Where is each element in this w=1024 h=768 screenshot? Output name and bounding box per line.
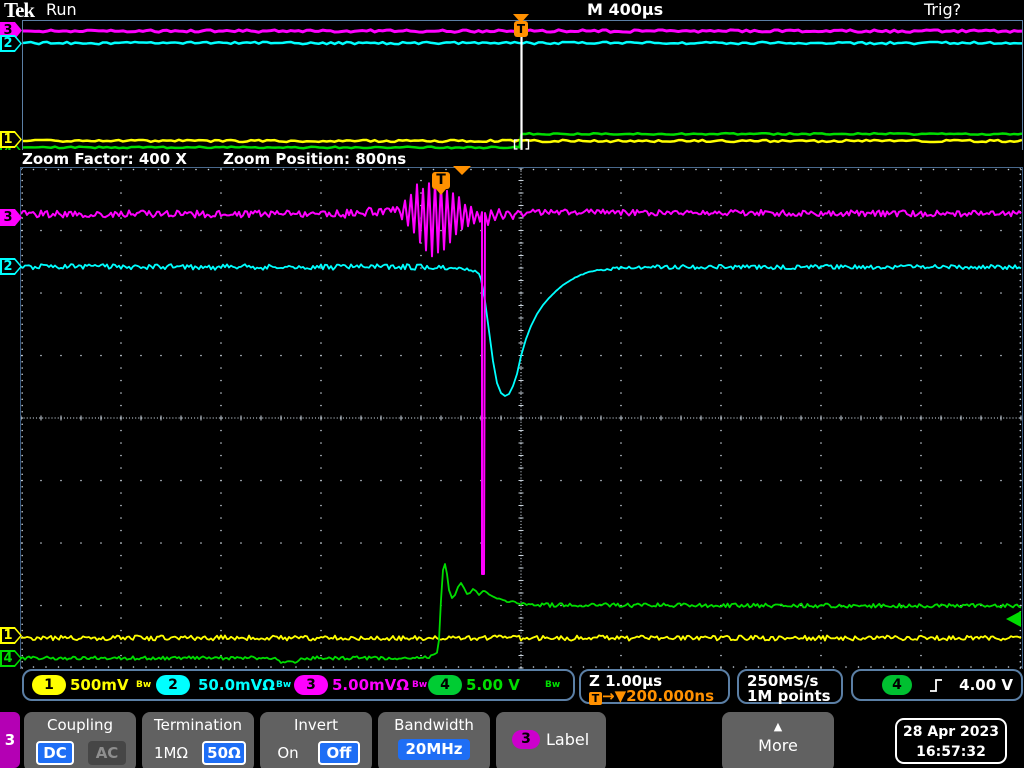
main-graticule [20, 167, 1023, 669]
ch4-scale-readout: 5.00 V [466, 676, 520, 694]
zoom-position-label: Zoom Position: 800ns [223, 150, 407, 168]
invert-title: Invert [293, 716, 339, 734]
date-readout: 28 Apr 2023 [903, 724, 999, 740]
ch1-scale-readout: 500mV [70, 676, 129, 694]
more-up-arrow-icon: ▲ [773, 720, 783, 733]
main-waveforms [21, 168, 1022, 669]
termination-1m-option[interactable]: 1MΩ [148, 741, 194, 765]
time-readout: 16:57:32 [916, 744, 986, 760]
label-button[interactable]: 3 Label [496, 712, 606, 768]
marker-digit: 2 [3, 259, 13, 274]
delay-arrows-icon: →▼ [602, 687, 627, 705]
zoom-info-bar: Zoom Factor: 400 X Zoom Position: 800ns [0, 150, 1024, 168]
channel-readout-bar: 1 500mV Bw 2 50.0mVΩ Bw 3 5.00mVΩ Bw 4 5… [22, 669, 575, 701]
overview-ch1-marker[interactable]: 1 [0, 131, 22, 148]
coupling-title: Coupling [46, 716, 114, 734]
main-ch2-marker[interactable]: 2 [0, 258, 22, 275]
zoom-scale-box: Z 1.00µs T →▼200.000ns [579, 669, 730, 705]
more-button[interactable]: ▲ More [722, 712, 834, 768]
coupling-button[interactable]: Coupling DC AC [24, 712, 136, 768]
overview-waveforms [23, 28, 1022, 150]
main-ch4-marker[interactable]: 4 [0, 650, 22, 667]
main-timebase-readout: M 400µs [587, 0, 664, 19]
acquisition-status: Run [46, 0, 77, 19]
oscilloscope-screen: Tek Run M 400µs Trig? T 3 2 1 4 Zoom Fac… [0, 0, 1024, 768]
delay-readout: T →▼200.000ns [589, 687, 714, 705]
label-channel-badge: 3 [512, 730, 540, 749]
marker-digit: 1 [3, 132, 13, 147]
termination-title: Termination [154, 716, 242, 734]
invert-off-option[interactable]: Off [318, 741, 360, 765]
trigger-source-badge: 4 [882, 675, 912, 695]
record-length-readout: 1M points [747, 687, 831, 705]
trigger-readout-box: 4 4.00 V [851, 669, 1023, 701]
ch2-badge: 2 [156, 675, 190, 695]
overview-trigger-flag[interactable]: T [514, 21, 528, 37]
ch4-badge: 4 [428, 675, 462, 695]
ch3-badge: 3 [294, 675, 328, 695]
ch2-bandwidth-icon: Bw [276, 680, 292, 690]
marker-digit: 3 [3, 210, 13, 225]
ch1-bandwidth-icon: Bw [136, 680, 152, 690]
bandwidth-button[interactable]: Bandwidth 20MHz [378, 712, 490, 768]
ch3-scale-readout: 5.00mVΩ [332, 676, 409, 694]
zoom-factor-label: Zoom Factor: 400 X [22, 150, 187, 168]
main-trigger-flag[interactable]: T [432, 172, 450, 189]
ch4-bandwidth-icon: Bw [545, 680, 561, 690]
acquisition-box: 250MS/s 1M points [737, 669, 843, 705]
label-text: Label [546, 730, 590, 749]
main-ch1-marker[interactable]: 1 [0, 627, 22, 644]
ch1-badge: 1 [32, 675, 66, 695]
invert-button[interactable]: Invert On Off [260, 712, 372, 768]
termination-button[interactable]: Termination 1MΩ 50Ω [142, 712, 254, 768]
coupling-dc-option[interactable]: DC [36, 741, 74, 765]
menu-channel-tab: 3 [0, 712, 20, 768]
overview-ch2-marker[interactable]: 2 [0, 35, 22, 52]
more-text: More [758, 736, 798, 755]
zoom-overview-window [22, 20, 1023, 151]
ch3-bandwidth-icon: Bw [412, 680, 428, 690]
trigger-level-readout: 4.00 V [959, 676, 1013, 694]
termination-50-option[interactable]: 50Ω [202, 741, 246, 765]
marker-digit: 1 [3, 628, 13, 643]
main-ch3-marker[interactable]: 3 [0, 209, 22, 226]
trigger-status: Trig? [924, 0, 962, 19]
marker-digit: 2 [3, 36, 13, 51]
datetime-box: 28 Apr 2023 16:57:32 [895, 718, 1007, 764]
ch2-scale-readout: 50.0mVΩ [198, 676, 275, 694]
delay-value: 200.000ns [626, 687, 715, 705]
expansion-point-icon[interactable] [453, 166, 471, 175]
marker-digit: 4 [3, 651, 13, 666]
trigger-t-icon: T [589, 692, 602, 705]
invert-on-option[interactable]: On [270, 741, 306, 765]
coupling-ac-option[interactable]: AC [88, 741, 126, 765]
bandwidth-title: Bandwidth [394, 716, 474, 734]
bandwidth-value[interactable]: 20MHz [398, 739, 470, 760]
rising-edge-icon [930, 679, 942, 692]
